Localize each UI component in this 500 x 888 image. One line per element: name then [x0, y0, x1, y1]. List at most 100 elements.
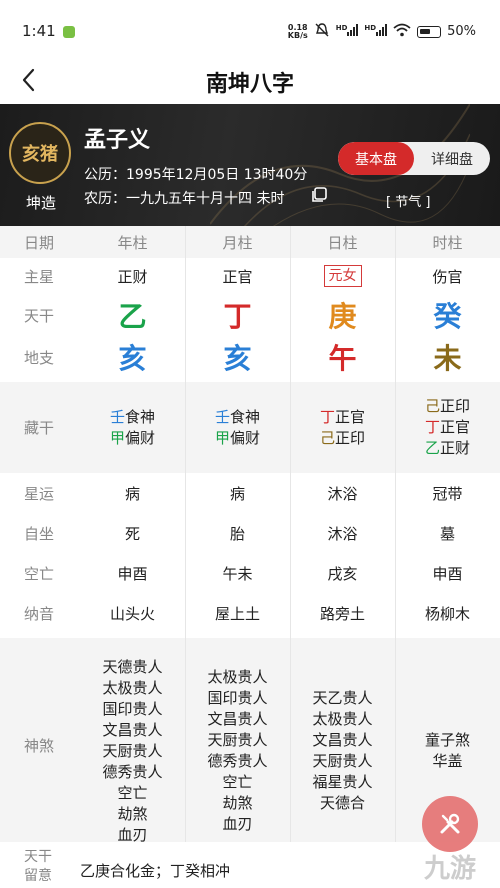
row-date: 日期 年柱 月柱 日柱 时柱: [0, 226, 500, 258]
row-canggan: 藏干 壬食神 甲偏财 壬食神 甲偏财 丁正官 己正印 己正印 丁正官 乙正财: [0, 382, 500, 473]
canggan-entry: 丁正官: [319, 407, 366, 426]
zizuo-month: 胎: [229, 524, 245, 543]
canggan-entry: 丁正官: [424, 418, 471, 436]
zizuo-year: 死: [124, 524, 140, 543]
shensha-item: 德秀贵人: [102, 762, 163, 781]
column-header-year: 年柱: [117, 233, 148, 252]
nayin-year: 山头火: [109, 604, 155, 623]
copy-icon[interactable]: [310, 186, 328, 204]
tools-fab-button[interactable]: [422, 796, 478, 852]
shensha-item: 劫煞: [117, 804, 148, 823]
column-header-month: 月柱: [222, 233, 253, 252]
shensha-item: 童子煞: [424, 731, 470, 749]
chart-mode-toggle: 基本盘 详细盘: [338, 142, 490, 175]
zizuo-hour: 墓: [439, 524, 455, 543]
battery-percent: 50%: [447, 24, 476, 39]
shensha-item: 空亡: [117, 783, 148, 802]
tiangan-notes-label: 天干留意: [24, 849, 52, 884]
zodiac-badge: 亥猪: [9, 122, 71, 184]
tiangan-day: 庚: [328, 300, 357, 333]
dizhi-hour: 未: [433, 342, 462, 375]
row-dizhi: 地支 亥 亥 午 未: [0, 336, 500, 378]
canggan-entry: 壬食神: [109, 407, 156, 426]
network-speed: 0.18 KB/s: [287, 22, 308, 40]
tiangan-notes-value: 乙庚合化金；丁癸相冲: [80, 862, 231, 880]
watermark-logo: 九游: [424, 854, 477, 884]
canggan-month: 壬食神 甲偏财: [185, 382, 290, 473]
dizhi-day: 午: [328, 342, 357, 375]
row-label-zhuxing: 主星: [24, 267, 55, 286]
shensha-item: 国印贵人: [102, 699, 163, 718]
canggan-year: 壬食神 甲偏财: [80, 382, 185, 473]
tiangan-year: 乙: [118, 300, 147, 333]
profile-banner: 亥猪 坤造 孟子义 公历：1995年12月05日 13时40分 农历：一九九五年…: [0, 104, 500, 226]
signal-2-icon: HD: [364, 23, 388, 40]
mute-icon: [314, 22, 330, 41]
canggan-entry: 甲偏财: [214, 428, 261, 447]
shensha-item: 福星贵人: [312, 773, 373, 791]
app-notification-icon: [63, 26, 75, 38]
detail-chart-button[interactable]: 详细盘: [414, 142, 490, 175]
shensha-item: 文昌贵人: [312, 731, 373, 749]
shensha-item: 血刃: [222, 815, 253, 833]
solar-term-link[interactable]: [ 节气 ]: [386, 191, 430, 210]
lunar-date: 农历：一九九五年十月十四 未时: [84, 191, 285, 207]
shensha-day: 天乙贵人 太极贵人 文昌贵人 天厨贵人 福星贵人 天德合: [290, 638, 395, 852]
column-divider: [185, 226, 186, 852]
title-bar: 南坤八字: [0, 60, 500, 104]
row-label-date: 日期: [24, 233, 55, 252]
canggan-day: 丁正官 己正印: [290, 382, 395, 473]
shensha-item: 天乙贵人: [312, 689, 373, 707]
row-label-shensha: 神煞: [24, 736, 55, 755]
row-zizuo: 自坐 死 胎 沐浴 墓: [0, 513, 500, 553]
row-label-tiangan: 天干: [24, 306, 55, 325]
xingyun-hour: 冠带: [432, 484, 463, 503]
wifi-icon: [393, 23, 411, 41]
nayin-hour: 杨柳木: [424, 604, 470, 623]
canggan-entry: 乙正财: [424, 439, 471, 457]
shensha-item: 太极贵人: [102, 678, 163, 697]
canggan-entry: 壬食神: [214, 407, 261, 426]
canggan-entry: 己正印: [319, 428, 366, 447]
shensha-year: 天德贵人 太极贵人 国印贵人 文昌贵人 天厨贵人 德秀贵人 空亡 劫煞 血刃: [80, 638, 185, 852]
kongwang-year: 申酉: [117, 564, 148, 583]
zhuxing-day: 元女: [323, 265, 362, 287]
signal-1-icon: HD: [336, 23, 359, 40]
row-nayin: 纳音 山头火 屋上土 路旁土 杨柳木: [0, 593, 500, 633]
shensha-month: 太极贵人 国印贵人 文昌贵人 天厨贵人 德秀贵人 空亡 劫煞 血刃: [185, 638, 290, 852]
row-kongwang: 空亡 申酉 午未 戌亥 申酉: [0, 553, 500, 593]
bazi-chart: 日期 年柱 月柱 日柱 时柱 主星 正财 正官 元女 伤官 天干 乙 丁 庚 癸…: [0, 226, 500, 852]
person-name: 孟子义: [84, 128, 151, 153]
xingyun-month: 病: [229, 484, 245, 503]
shensha-item: 空亡: [222, 773, 253, 791]
row-xingyun: 星运 病 病 沐浴 冠带: [0, 473, 500, 513]
gender-label: 坤造: [25, 194, 56, 212]
status-time: 1:41: [22, 22, 56, 40]
column-divider: [290, 226, 291, 852]
row-zhuxing: 主星 正财 正官 元女 伤官: [0, 258, 500, 294]
zhuxing-hour: 伤官: [432, 267, 463, 286]
tools-icon: [440, 813, 460, 834]
battery-icon: [417, 25, 442, 38]
canggan-hour: 己正印 丁正官 乙正财: [395, 382, 500, 473]
shensha-item: 国印贵人: [207, 689, 268, 707]
shensha-item: 天德贵人: [102, 657, 163, 676]
zhuxing-year: 正财: [117, 267, 148, 286]
dizhi-month: 亥: [223, 342, 252, 375]
shensha-item: 太极贵人: [312, 710, 373, 728]
zizuo-day: 沐浴: [327, 524, 358, 543]
tiangan-hour: 癸: [433, 300, 462, 333]
row-tiangan: 天干 乙 丁 庚 癸: [0, 294, 500, 336]
row-label-zizuo: 自坐: [24, 524, 55, 543]
basic-chart-button[interactable]: 基本盘: [338, 142, 414, 175]
column-header-hour: 时柱: [432, 233, 463, 252]
nayin-day: 路旁土: [319, 604, 365, 623]
row-label-nayin: 纳音: [24, 604, 55, 623]
kongwang-day: 戌亥: [327, 564, 358, 583]
shensha-item: 太极贵人: [207, 668, 268, 686]
nayin-month: 屋上土: [214, 604, 260, 623]
zhuxing-month: 正官: [222, 267, 253, 286]
shensha-item: 天厨贵人: [312, 752, 373, 770]
row-label-kongwang: 空亡: [24, 564, 55, 583]
row-label-canggan: 藏干: [24, 419, 55, 437]
